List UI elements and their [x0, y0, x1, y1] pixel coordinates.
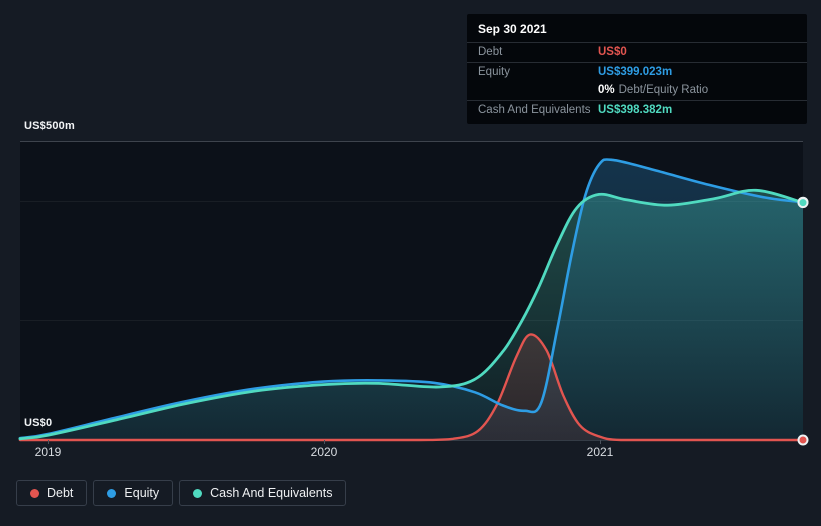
- y-axis-label-max: US$500m: [24, 120, 75, 132]
- tooltip-debt-value: US$0: [598, 46, 627, 58]
- legend-item-debt[interactable]: Debt: [16, 480, 88, 506]
- legend: Debt Equity Cash And Equivalents: [16, 480, 347, 506]
- tooltip-ratio-value: 0% Debt/Equity Ratio: [598, 84, 709, 96]
- x-tick-label-2020: 2020: [310, 445, 338, 459]
- tooltip-cash-row: Cash And Equivalents US$398.382m: [467, 101, 807, 119]
- area-cash-and-equivalents: [19, 190, 803, 440]
- tooltip-debt-label: Debt: [478, 46, 503, 58]
- legend-cash-label: Cash And Equivalents: [210, 486, 333, 500]
- legend-item-cash[interactable]: Cash And Equivalents: [179, 480, 347, 506]
- legend-equity-label: Equity: [124, 486, 160, 500]
- legend-item-equity[interactable]: Equity: [93, 480, 174, 506]
- x-axis-tick-2020: [324, 440, 325, 444]
- legend-debt-label: Debt: [47, 486, 74, 500]
- tooltip-debt-row: Debt US$0: [467, 43, 807, 63]
- x-tick-label-2021: 2021: [586, 445, 614, 459]
- end-marker-cash-and-equivalents[interactable]: [797, 197, 809, 209]
- tooltip-equity-value: US$399.023m: [598, 66, 673, 78]
- cash-color-dot-icon: [193, 488, 203, 498]
- x-axis-tick-2021: [600, 440, 601, 444]
- tooltip-equity-row: Equity US$399.023m: [467, 63, 807, 81]
- debt-color-dot-icon: [30, 488, 39, 498]
- page-root: { "colors": { "red": "#e25550", "blue": …: [0, 0, 821, 526]
- tooltip-cash-label: Cash And Equivalents: [478, 104, 591, 116]
- end-marker-debt[interactable]: [797, 434, 809, 446]
- tooltip-ratio-row: 0% Debt/Equity Ratio: [467, 81, 807, 101]
- tooltip-cash-value: US$398.382m: [598, 104, 673, 116]
- equity-color-dot-icon: [107, 488, 117, 498]
- tooltip-equity-label: Equity: [478, 66, 510, 78]
- x-axis-tick-2019: [48, 440, 49, 444]
- tooltip-date: Sep 30 2021: [467, 14, 807, 43]
- x-tick-label-2019: 2019: [34, 445, 62, 459]
- y-axis-label-zero: US$0: [24, 417, 53, 429]
- tooltip: Sep 30 2021 Debt US$0 Equity US$399.023m…: [467, 14, 807, 124]
